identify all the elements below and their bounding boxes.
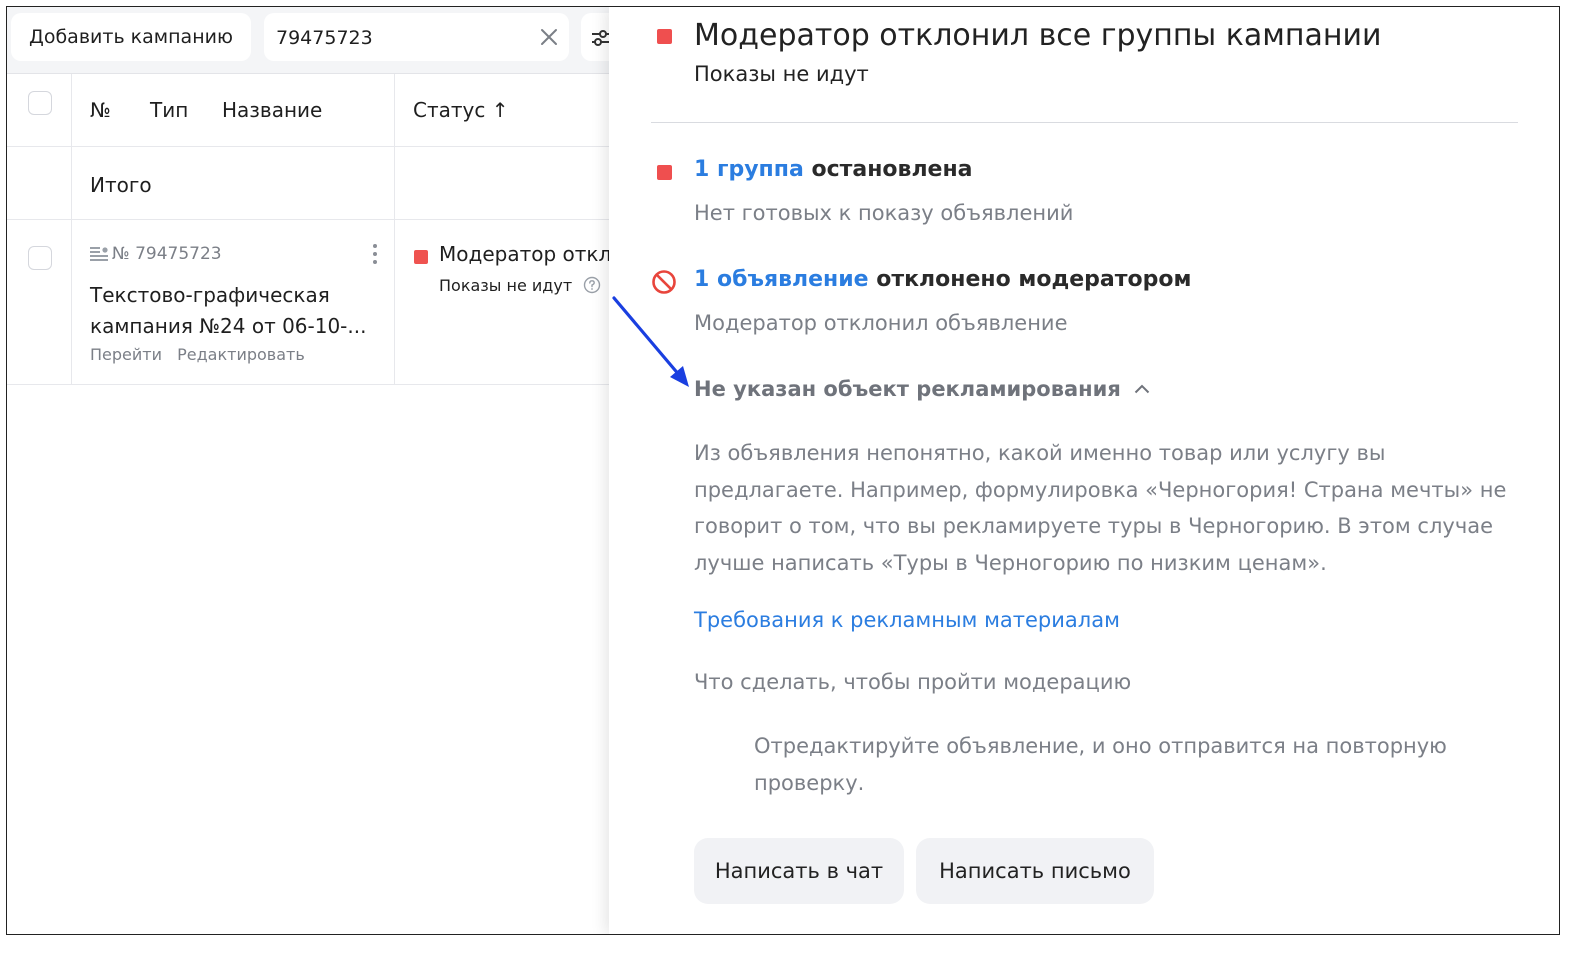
panel-subtitle: Показы не идут <box>694 62 869 86</box>
campaign-actions: Перейти Редактировать <box>90 345 315 364</box>
campaign-id-text: № 79475723 <box>112 244 222 264</box>
filter-settings-icon <box>592 30 610 46</box>
status-subtitle-text: Показы не идут <box>439 276 573 295</box>
text-graphic-campaign-icon <box>90 247 108 261</box>
search-box <box>264 13 569 63</box>
group-status-line: 1 группа остановлена <box>694 157 973 182</box>
write-email-button[interactable]: Написать письмо <box>916 838 1154 904</box>
write-to-chat-button[interactable]: Написать в чат <box>694 838 904 904</box>
panel-title: Модератор отклонил все группы кампании <box>694 18 1382 53</box>
ad-link[interactable]: 1 объявление <box>694 267 869 292</box>
table-header-row: № Тип Название Статус ↑ <box>7 74 617 147</box>
reason-toggle[interactable]: Не указан объект рекламирования <box>694 377 1150 401</box>
reason-title: Не указан объект рекламирования <box>694 377 1121 401</box>
status-title[interactable]: Модератор откло <box>439 242 619 266</box>
add-campaign-button[interactable]: Добавить кампанию <box>11 13 251 61</box>
group-state: остановлена <box>803 157 973 182</box>
campaign-table: № Тип Название Статус ↑ Итого № 79475723 <box>7 73 619 934</box>
more-options-icon[interactable] <box>371 242 379 266</box>
table-row: № 79475723 Текстово-графическая кампания… <box>7 220 619 385</box>
total-label: Итого <box>90 173 152 197</box>
column-header-type[interactable]: Тип <box>150 98 188 122</box>
search-input[interactable] <box>274 13 528 63</box>
select-all-checkbox[interactable] <box>28 91 52 115</box>
ban-icon <box>652 270 676 294</box>
status-indicator <box>414 250 428 264</box>
chevron-up-icon <box>1134 384 1150 394</box>
status-subtitle: Показы не идут <box>439 276 601 295</box>
divider <box>651 122 1518 123</box>
ad-description: Модератор отклонил объявление <box>694 311 1068 335</box>
ad-status-line: 1 объявление отклонено модератором <box>694 267 1191 292</box>
edit-link[interactable]: Редактировать <box>177 345 305 364</box>
app-window: Добавить кампанию № Тип Название Статус … <box>6 6 1560 935</box>
table-total-row: Итого <box>7 147 617 220</box>
ad-state: отклонено модератором <box>868 267 1192 292</box>
status-indicator <box>657 29 672 44</box>
group-link[interactable]: 1 группа <box>694 157 804 182</box>
row-checkbox[interactable] <box>28 246 52 270</box>
column-header-status[interactable]: Статус ↑ <box>413 98 508 122</box>
go-link[interactable]: Перейти <box>90 345 162 364</box>
campaign-name[interactable]: Текстово-графическая кампания №24 от 06-… <box>90 280 370 342</box>
clear-icon[interactable] <box>539 27 559 47</box>
todo-title: Что сделать, чтобы пройти модерацию <box>694 670 1132 694</box>
reason-description: Из объявления непонятно, какой именно то… <box>694 441 1507 575</box>
group-description: Нет готовых к показу объявлений <box>694 201 1074 225</box>
group-status-indicator <box>657 165 672 180</box>
moderation-details-panel: Модератор отклонил все группы кампании П… <box>609 7 1559 934</box>
help-icon[interactable] <box>583 276 601 294</box>
column-header-name[interactable]: Название <box>222 98 322 122</box>
todo-text: Отредактируйте объявление, и оно отправи… <box>754 734 1447 795</box>
column-header-number[interactable]: № <box>90 98 111 122</box>
requirements-link[interactable]: Требования к рекламным материалам <box>694 608 1120 632</box>
campaign-id: № 79475723 <box>90 244 222 264</box>
